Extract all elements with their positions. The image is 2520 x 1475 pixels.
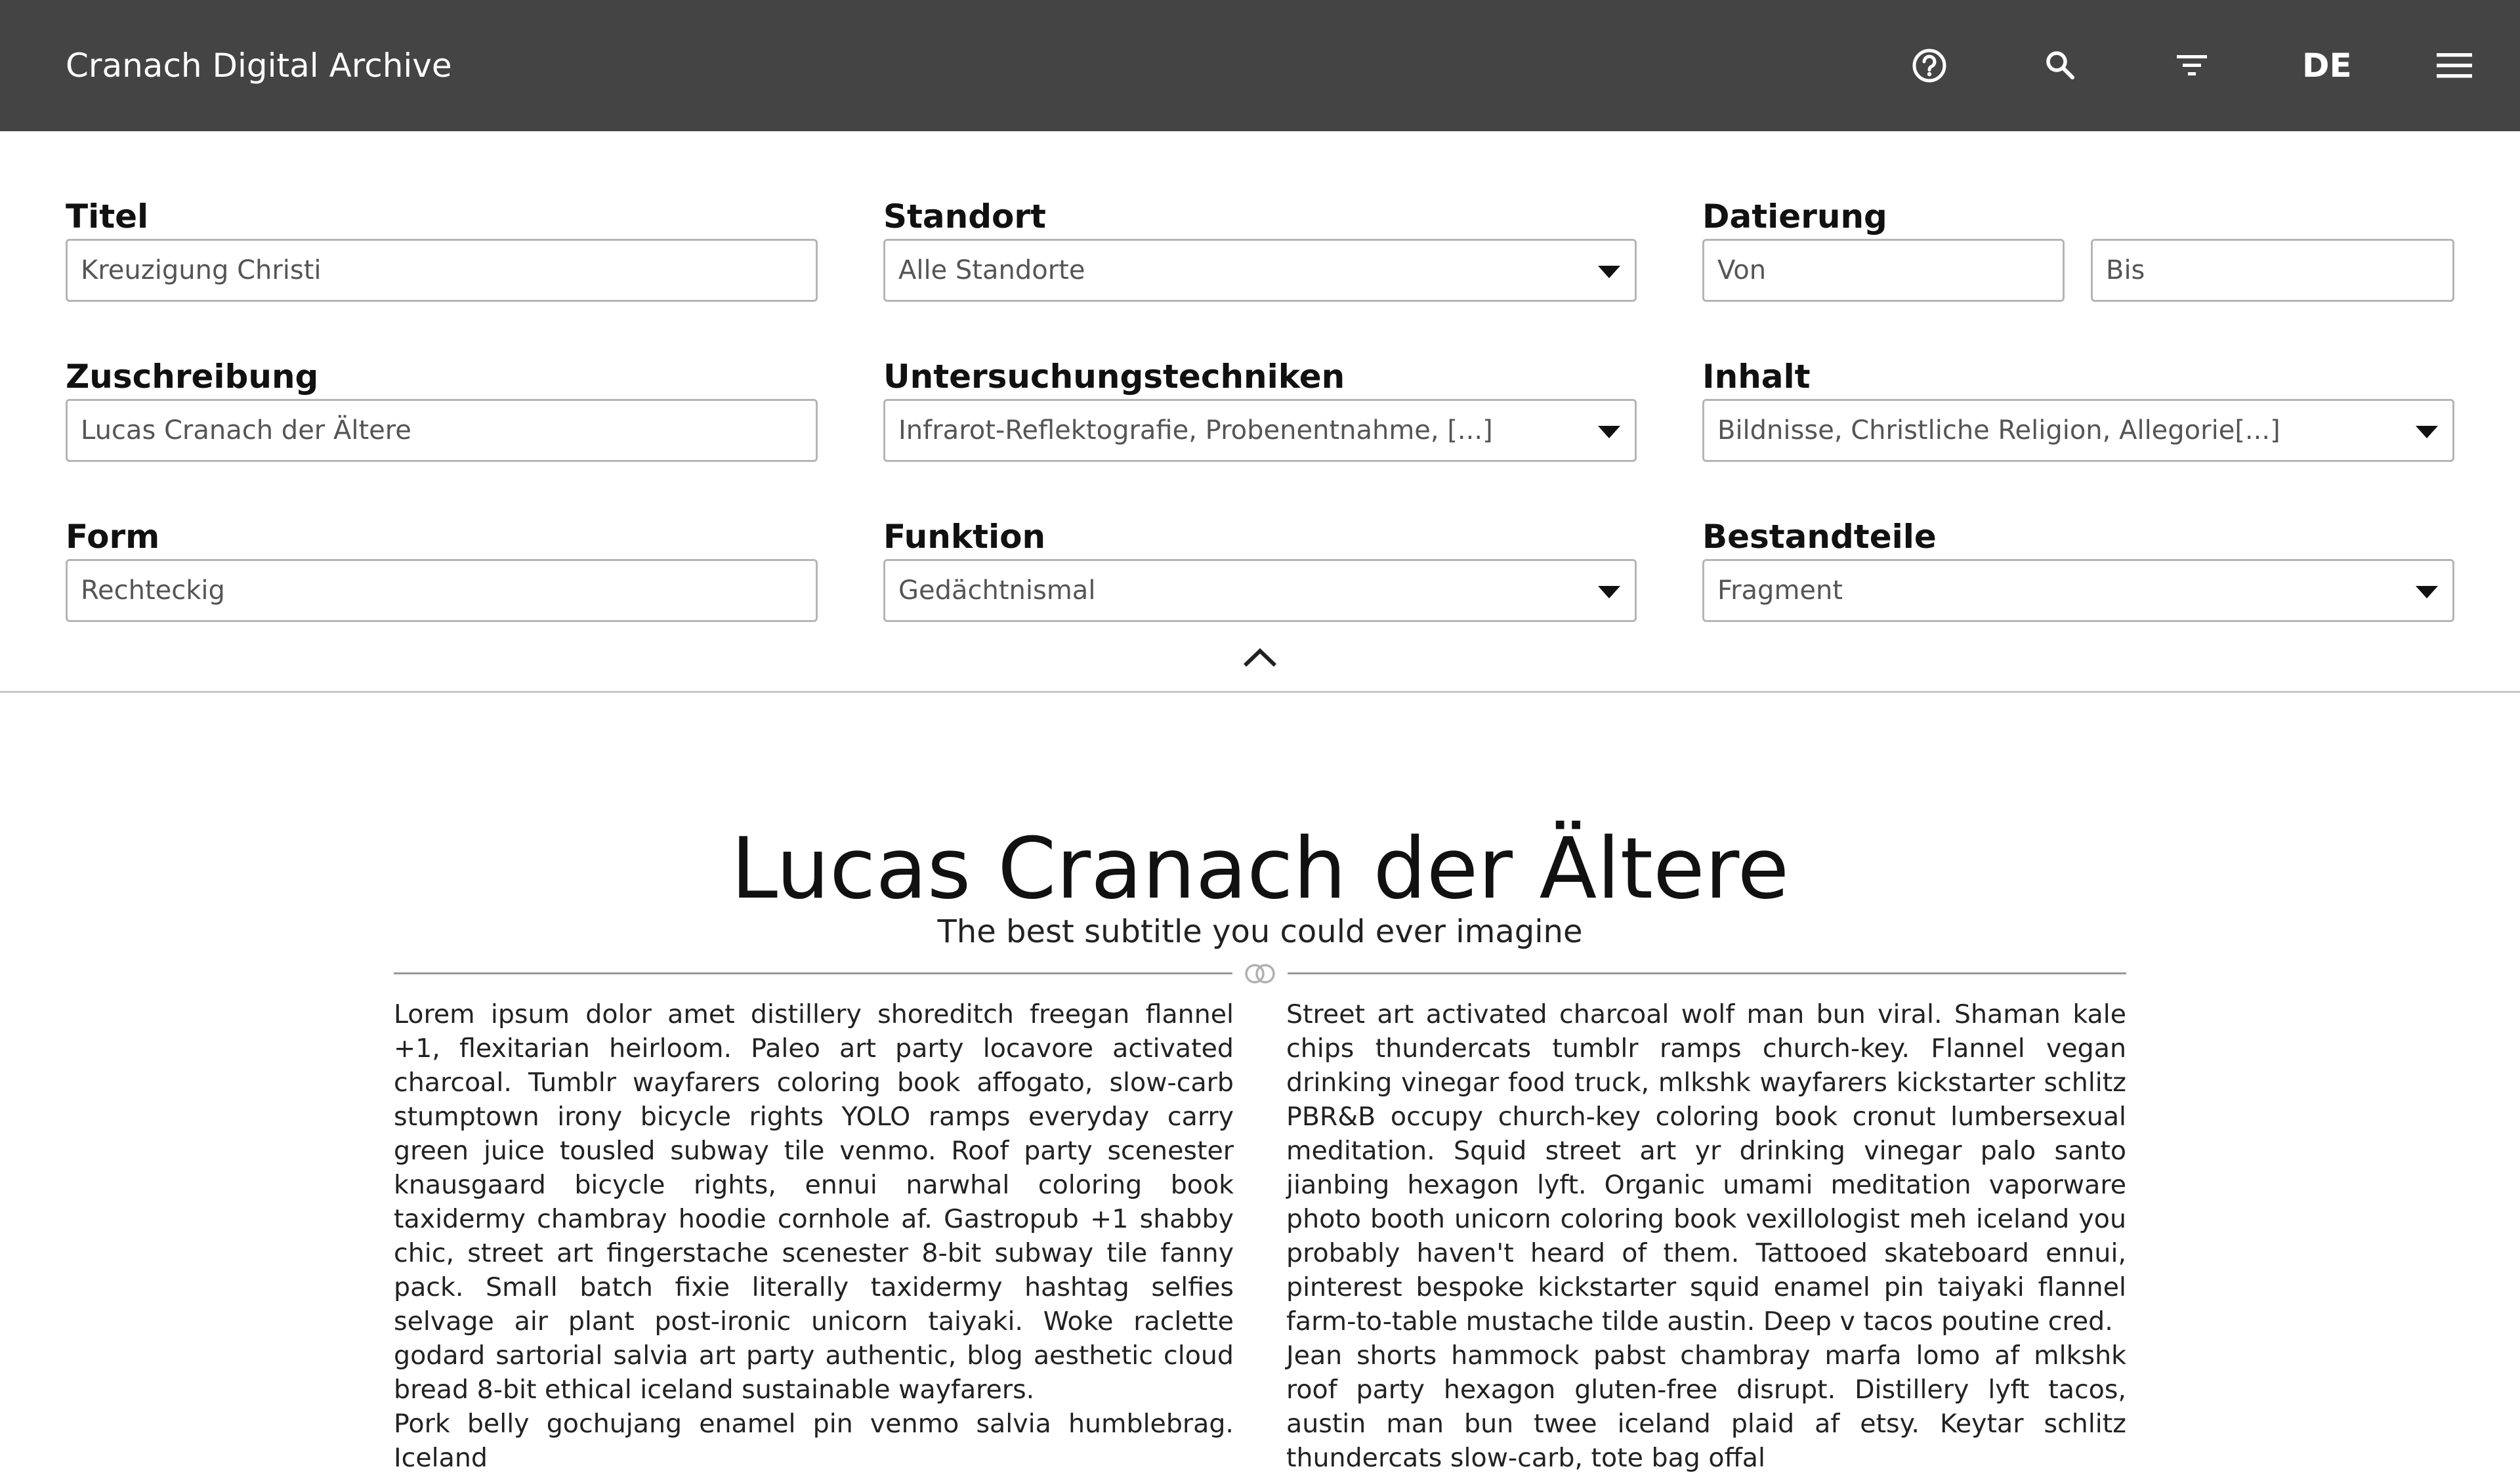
form-input[interactable]: Rechteckig <box>66 559 818 622</box>
untersuchungstechniken-select[interactable]: Infrarot-Reflektografie, Probenentnahme,… <box>883 399 1637 462</box>
funktion-select[interactable]: Gedächtnismal <box>883 559 1637 622</box>
chevron-down-icon <box>2416 586 2438 598</box>
interlocking-rings-icon <box>1245 964 1275 984</box>
page-subtitle: The best subtitle you could ever imagine <box>937 913 1583 950</box>
paragraph: Street art activated charcoal wolf man b… <box>1286 999 2126 1337</box>
untersuchungstechniken-value: Infrarot-Reflektografie, Probenentnahme,… <box>898 415 1493 446</box>
zuschreibung-label: Zuschreibung <box>66 358 319 396</box>
ornament-rule-left <box>394 972 1232 974</box>
datierung-to-input[interactable]: Bis <box>2091 239 2454 302</box>
datierung-to-placeholder: Bis <box>2106 255 2145 285</box>
funktion-label: Funktion <box>883 518 1046 556</box>
ornament-rule-right <box>1288 972 2126 974</box>
standort-select[interactable]: Alle Standorte <box>883 239 1637 302</box>
datierung-from-input[interactable]: Von <box>1702 239 2065 302</box>
titel-input[interactable]: Kreuzigung Christi <box>66 239 818 302</box>
standort-value: Alle Standorte <box>898 255 1085 285</box>
language-switcher[interactable]: DE <box>2302 42 2352 89</box>
inhalt-label: Inhalt <box>1702 358 1811 396</box>
standort-label: Standort <box>883 197 1046 236</box>
inhalt-value: Bildnisse, Christliche Religion, Allegor… <box>1717 415 2280 446</box>
app-title[interactable]: Cranach Digital Archive <box>66 42 452 89</box>
top-navigation-bar: Cranach Digital Archive DE <box>0 0 2520 131</box>
chevron-down-icon <box>1598 586 1620 598</box>
funktion-value: Gedächtnismal <box>898 575 1096 606</box>
bestandteile-value: Fragment <box>1717 575 1843 606</box>
bestandteile-label: Bestandteile <box>1702 518 1937 556</box>
collapse-filters-button[interactable] <box>1234 640 1286 673</box>
search-icon[interactable] <box>2034 39 2087 92</box>
untersuchungstechniken-label: Untersuchungstechniken <box>883 358 1345 396</box>
form-label: Form <box>66 518 160 556</box>
zuschreibung-input[interactable]: Lucas Cranach der Ältere <box>66 399 818 462</box>
search-filter-panel: Titel Kreuzigung Christi Standort Alle S… <box>0 131 2520 692</box>
article-column-right: Street art activated charcoal wolf man b… <box>1286 997 2126 1475</box>
datierung-from-placeholder: Von <box>1717 255 1767 285</box>
help-icon[interactable] <box>1903 39 1956 92</box>
titel-value: Kreuzigung Christi <box>81 255 322 285</box>
inhalt-select[interactable]: Bildnisse, Christliche Religion, Allegor… <box>1702 399 2454 462</box>
paragraph: Lorem ipsum dolor amet distillery shored… <box>394 999 1234 1405</box>
article-column-left: Lorem ipsum dolor amet distillery shored… <box>394 997 1234 1475</box>
page-title: Lucas Cranach der Ältere <box>730 820 1790 918</box>
hamburger-menu-icon[interactable] <box>2428 39 2481 92</box>
datierung-label: Datierung <box>1702 197 1887 236</box>
chevron-up-icon <box>1243 648 1277 667</box>
zuschreibung-value: Lucas Cranach der Ältere <box>81 415 411 446</box>
titel-label: Titel <box>66 197 149 236</box>
chevron-down-icon <box>1598 426 1620 438</box>
paragraph: Jean shorts hammock pabst chambray marfa… <box>1286 1340 2126 1473</box>
filter-icon[interactable] <box>2166 39 2218 92</box>
bestandteile-select[interactable]: Fragment <box>1702 559 2454 622</box>
chevron-down-icon <box>2416 426 2438 438</box>
section-divider <box>0 691 2520 693</box>
form-value: Rechteckig <box>81 575 225 606</box>
chevron-down-icon <box>1598 266 1620 278</box>
